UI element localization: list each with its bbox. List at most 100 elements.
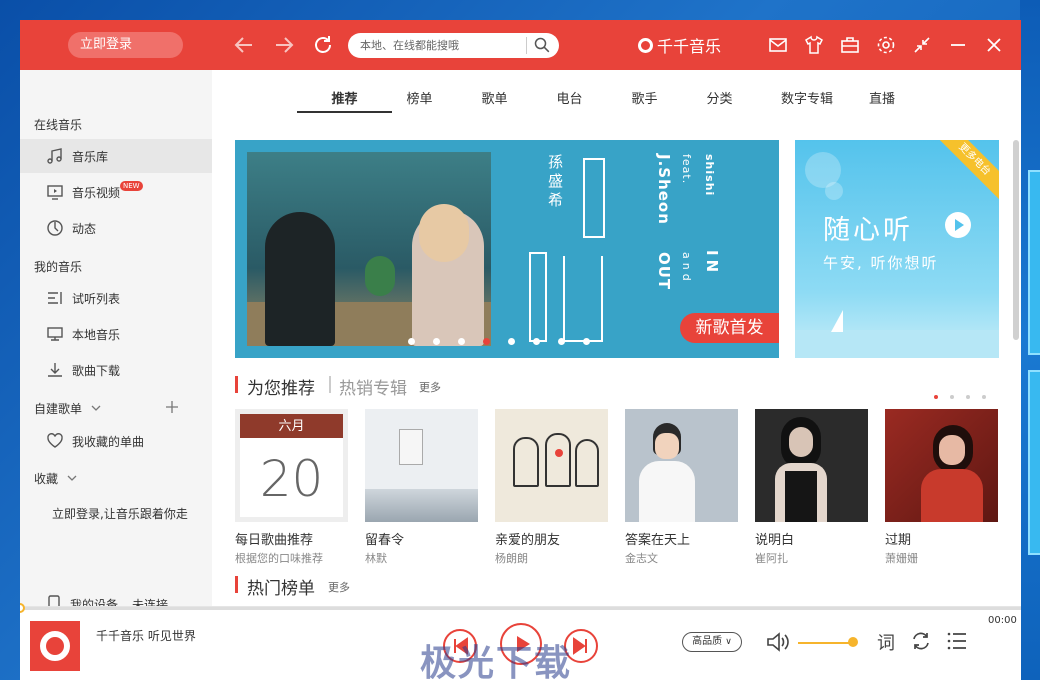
toolbox-icon[interactable] [840,35,860,55]
carousel-dot[interactable] [533,338,540,345]
close-icon[interactable] [984,35,1004,55]
progress-knob[interactable] [20,603,25,613]
title-bar: 立即登录 千千音乐 [20,20,1021,70]
volume-icon[interactable] [765,631,791,653]
tab-digital-albums[interactable]: 数字专辑 [757,88,857,110]
now-playing-title: 千千音乐 听见世界 [96,629,196,643]
tab-radio[interactable]: 电台 [532,88,607,110]
volume-knob[interactable] [848,637,858,647]
card-title: 说明白 [755,533,795,548]
section-separator [329,376,331,393]
cover-art [513,437,539,487]
section-title-hot-albums[interactable]: 热销专辑 [339,374,407,399]
cover-art [921,469,983,522]
new-badge: NEW [120,181,143,191]
progress-bar[interactable] [20,603,1021,613]
chevron-down-icon: ∨ [725,637,732,647]
recommend-card[interactable]: 说明白 崔阿扎 [755,409,868,566]
volume-slider[interactable] [798,642,853,644]
sidebar-item-label: 歌曲下载 [72,363,121,378]
cover-art [785,471,817,522]
sidebar-heading-label: 收藏 [34,472,59,486]
mail-icon[interactable] [768,35,788,55]
card-subtitle: 根据您的口味推荐 [235,552,323,565]
recommend-card[interactable]: 答案在天上 金志文 [625,409,738,566]
carousel-dot[interactable] [508,338,515,345]
chevron-down-icon[interactable] [90,402,102,414]
search-input[interactable] [360,37,520,54]
now-playing-cover[interactable] [30,621,80,671]
more-link[interactable]: 更多 [328,579,350,595]
page-dot[interactable] [934,395,938,399]
sidebar-item-download[interactable]: 歌曲下载 [20,353,212,387]
add-playlist-icon[interactable] [165,400,179,414]
sailboat-icon [831,310,843,332]
carousel-dot[interactable] [558,338,565,345]
banner-feat: feat. [680,154,693,185]
sidebar-item-label: 音乐库 [72,149,109,164]
forward-button[interactable] [272,33,296,57]
refresh-button[interactable] [311,33,335,57]
gear-icon[interactable] [876,35,896,55]
carousel-dot[interactable] [458,338,465,345]
sidebar-heading-favorites[interactable]: 收藏 [34,470,58,487]
back-button[interactable] [232,33,256,57]
repeat-icon[interactable] [910,630,932,652]
sidebar-item-favorites[interactable]: 我收藏的单曲 [20,424,212,458]
banner-track-out: OUT [655,252,673,291]
page-dot[interactable] [966,395,970,399]
sidebar-heading-my: 我的音乐 [34,260,83,274]
tab-categories[interactable]: 分类 [682,88,757,110]
sidebar-heading-custom[interactable]: 自建歌单 [34,400,82,417]
banner-track-and: and [680,252,693,285]
lyrics-button[interactable]: 词 [877,629,895,655]
calendar-cover: 六月 20 [235,409,348,522]
sidebar-item-music-library[interactable]: 音乐库 [20,139,212,173]
minimize-icon[interactable] [948,35,968,55]
playlist-icon[interactable] [946,630,968,652]
cover-art [555,449,563,457]
album-cover [625,409,738,522]
search-icon[interactable] [534,37,550,53]
page-dot[interactable] [982,395,986,399]
sidebar-item-music-video[interactable]: 音乐视频 NEW [20,175,212,209]
sidebar: 在线音乐 音乐库 音乐视频 NEW 动态 我的音乐 试听列表 本地音乐 歌曲下载 [20,70,212,613]
page-dot[interactable] [950,395,954,399]
tv-icon [46,183,64,201]
sidebar-item-dynamic[interactable]: 动态 [20,211,212,245]
tab-live[interactable]: 直播 [857,88,907,110]
favorites-login-hint[interactable]: 立即登录,让音乐跟着你走 [52,505,188,522]
banner-graphic [583,158,605,238]
carousel-dot[interactable] [483,338,490,345]
radio-banner[interactable]: 更多电台 随心听 午安, 听你想听 [795,140,999,358]
carousel-dot[interactable] [583,338,590,345]
skin-icon[interactable] [804,35,824,55]
sidebar-item-local-music[interactable]: 本地音乐 [20,317,212,351]
radio-headline: 随心听 [823,215,913,246]
section-title-hot-charts[interactable]: 热门榜单 [247,574,315,599]
radio-subline: 午安, 听你想听 [823,254,939,272]
chevron-down-icon[interactable] [66,472,78,484]
tab-charts[interactable]: 榜单 [382,88,457,110]
main-banner[interactable]: 孫盛希 J.Sheon feat. shishi OUT and IN 新歌首发 [235,140,779,358]
tab-playlists[interactable]: 歌单 [457,88,532,110]
mini-mode-icon[interactable] [912,35,932,55]
recommend-card[interactable]: 过期 萧姗姗 [885,409,998,566]
carousel-dot[interactable] [408,338,415,345]
play-icon[interactable] [945,212,971,238]
tab-recommend[interactable]: 推荐 [297,88,392,113]
carousel-dot[interactable] [433,338,440,345]
sidebar-item-trial-list[interactable]: 试听列表 [20,281,212,315]
scrollbar[interactable] [1013,140,1019,340]
more-radio-ribbon[interactable]: 更多电台 [928,140,999,206]
recommend-card[interactable]: 留春令 林默 [365,409,478,566]
login-button[interactable]: 立即登录 [68,32,183,58]
recommend-card[interactable]: 亲爱的朋友 杨朗朗 [495,409,608,566]
more-link[interactable]: 更多 [419,379,441,395]
section-marker [235,376,238,393]
quality-select[interactable]: 高品质 ∨ [682,632,742,652]
tab-artists[interactable]: 歌手 [607,88,682,110]
section-title-recommend[interactable]: 为您推荐 [247,374,315,399]
recommend-card-daily[interactable]: 六月 20 每日歌曲推荐 根据您的口味推荐 [235,409,348,566]
new-release-badge[interactable]: 新歌首发 [680,313,779,343]
